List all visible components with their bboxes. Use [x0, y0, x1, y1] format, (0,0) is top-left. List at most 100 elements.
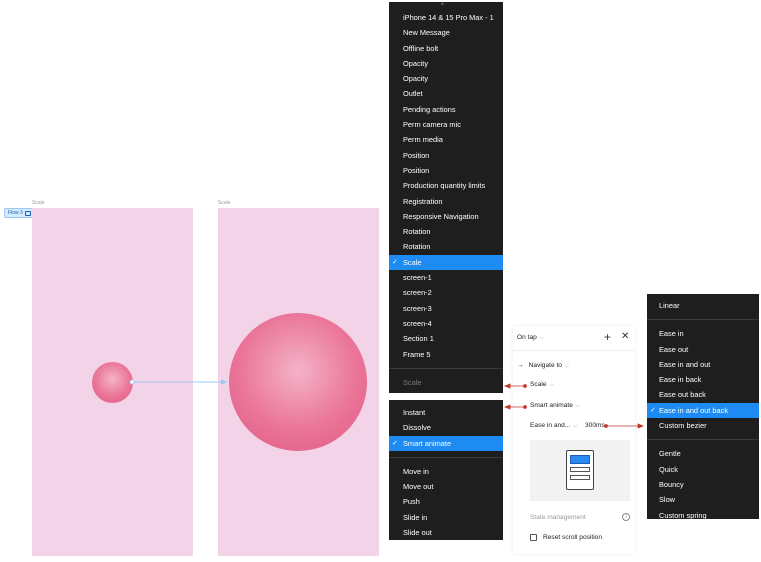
animation-item-push[interactable]: Push — [389, 494, 503, 509]
trigger-select[interactable]: On tap ⌵ — [517, 334, 544, 341]
interaction-panel: On tap ⌵ + ✕ → Navigate to ⌵ Scale ⌵ Sma… — [513, 326, 635, 554]
animation-item-move-in[interactable]: Move in — [389, 464, 503, 479]
easing-item-gentle[interactable]: Gentle — [647, 446, 759, 461]
frame-label-2: Scale — [218, 200, 231, 206]
animation-label: Smart animate — [530, 402, 573, 409]
destination-item-perm-camera-mic[interactable]: Perm camera mic — [389, 117, 503, 132]
phone-preview-icon — [566, 450, 594, 490]
destination-item-screen-3[interactable]: screen-3 — [389, 301, 503, 316]
animation-item-instant[interactable]: Instant — [389, 405, 503, 420]
menu-item-label: Push — [403, 497, 420, 507]
menu-item-label: Responsive Navigation — [403, 211, 479, 221]
close-icon[interactable]: ✕ — [621, 331, 629, 342]
flow-start-badge[interactable]: Flow 3 — [4, 208, 35, 218]
destination-item-position[interactable]: Position — [389, 148, 503, 163]
menu-item-label: Ease in and out — [659, 359, 711, 369]
easing-menu: Linear Ease in Ease out Ease in and out Eas… — [647, 294, 759, 520]
destination-item-outlet[interactable]: Outlet — [389, 86, 503, 101]
easing-item-ease-out-back[interactable]: Ease out back — [647, 387, 759, 402]
easing-select[interactable]: Ease in and... ⌵ — [530, 422, 577, 429]
menu-divider — [389, 456, 503, 458]
checkmark-icon: ✓ — [392, 439, 398, 447]
destination-item-position[interactable]: Position — [389, 163, 503, 178]
menu-item-label: Quick — [659, 464, 678, 474]
info-icon[interactable]: i — [622, 513, 630, 521]
destination-item-screen-4[interactable]: screen-4 — [389, 316, 503, 331]
menu-item-label: Position — [403, 165, 430, 175]
menu-item-label: Pending actions — [403, 104, 456, 114]
menu-item-label: Gentle — [659, 449, 681, 459]
reset-scroll-label: Reset scroll position — [543, 534, 603, 541]
easing-item-custom-bezier[interactable]: Custom bezier — [647, 418, 759, 433]
destination-select[interactable]: Scale ⌵ — [530, 381, 553, 388]
easing-item-ease-in-and-out[interactable]: Ease in and out — [647, 357, 759, 372]
animation-select[interactable]: Smart animate ⌵ — [530, 402, 580, 409]
menu-footer-scale: Scale — [403, 377, 422, 387]
destination-item-scale[interactable]: ✓ Scale — [389, 254, 503, 271]
easing-item-ease-out[interactable]: Ease out — [647, 342, 759, 357]
menu-divider — [647, 319, 759, 321]
menu-item-label: Outlet — [403, 89, 423, 99]
easing-item-ease-in[interactable]: Ease in — [647, 326, 759, 341]
destination-item-pending-actions[interactable]: Pending actions — [389, 102, 503, 117]
destination-item-new-message[interactable]: New Message — [389, 25, 503, 40]
menu-item-label: Perm camera mic — [403, 120, 461, 130]
menu-item-label: Offline bolt — [403, 43, 439, 53]
easing-item-ease-in-and-out-back[interactable]: ✓ Ease in and out back — [647, 402, 759, 419]
state-management-label: State management — [530, 514, 586, 521]
destination-item-registration[interactable]: Registration — [389, 194, 503, 209]
easing-item-linear[interactable]: Linear — [647, 298, 759, 313]
destination-menu: ^ iPhone 14 & 15 Pro Max - 1 New Message O… — [389, 2, 503, 393]
menu-item-label: Custom bezier — [659, 421, 707, 431]
menu-item-label: Registration — [403, 196, 443, 206]
destination-item-responsive-navigation[interactable]: Responsive Navigation — [389, 209, 503, 224]
animation-item-slide-out[interactable]: Slide out — [389, 525, 503, 540]
menu-item-label: Custom spring — [659, 510, 707, 520]
menu-item-label: Scale — [403, 257, 422, 267]
animation-item-smart-animate[interactable]: ✓ Smart animate — [389, 435, 503, 451]
frame-label-1: Scale — [32, 200, 45, 206]
scroll-up-icon[interactable]: ^ — [441, 3, 444, 9]
chevron-down-icon: ⌵ — [575, 402, 580, 409]
easing-item-quick[interactable]: Quick — [647, 462, 759, 477]
arrow-right-icon: → — [517, 362, 524, 369]
destination-item-iphone-14-15-pro-max-1[interactable]: iPhone 14 & 15 Pro Max - 1 — [389, 10, 503, 25]
chevron-down-icon: ⌵ — [539, 334, 544, 341]
menu-item-label: iPhone 14 & 15 Pro Max - 1 — [403, 13, 494, 22]
menu-item-label: screen-1 — [403, 273, 432, 283]
menu-item-label: Slow — [659, 495, 676, 505]
flow-label: Flow 3 — [8, 210, 23, 216]
duration-input[interactable]: 300ms — [585, 422, 605, 429]
small-circle[interactable] — [92, 362, 133, 403]
destination-item-opacity[interactable]: Opacity — [389, 71, 503, 86]
destination-item-section-1[interactable]: Section 1 — [389, 331, 503, 346]
easing-item-ease-in-back[interactable]: Ease in back — [647, 372, 759, 387]
destination-item-rotation[interactable]: Rotation — [389, 224, 503, 239]
easing-item-slow[interactable]: Slow — [647, 492, 759, 507]
action-select[interactable]: → Navigate to ⌵ — [517, 362, 569, 369]
animation-item-move-out[interactable]: Move out — [389, 479, 503, 494]
animation-preview — [530, 440, 630, 501]
checkbox-icon — [530, 534, 537, 541]
easing-item-custom-spring[interactable]: Custom spring — [647, 508, 759, 523]
menu-divider — [647, 439, 759, 441]
large-circle[interactable] — [229, 313, 367, 451]
destination-item-production-quantity-limits[interactable]: Production quantity limits — [389, 178, 503, 193]
destination-item-screen-2[interactable]: screen-2 — [389, 285, 503, 300]
prototype-canvas[interactable]: Flow 3 Scale Scale — [0, 0, 385, 562]
menu-item-label: Opacity — [403, 58, 429, 68]
menu-item-label: screen-3 — [403, 303, 432, 313]
easing-item-bouncy[interactable]: Bouncy — [647, 477, 759, 492]
destination-item-perm-media[interactable]: Perm media — [389, 132, 503, 147]
add-action-button[interactable]: + — [604, 330, 611, 344]
destination-item-frame-5[interactable]: Frame 5 — [389, 347, 503, 362]
menu-item-label: screen-2 — [403, 288, 432, 298]
destination-item-opacity[interactable]: Opacity — [389, 56, 503, 71]
reset-scroll-checkbox[interactable]: Reset scroll position — [530, 534, 602, 541]
menu-item-label: screen-4 — [403, 318, 432, 328]
animation-item-dissolve[interactable]: Dissolve — [389, 420, 503, 435]
destination-item-offline-bolt[interactable]: Offline bolt — [389, 41, 503, 56]
destination-item-screen-1[interactable]: screen-1 — [389, 270, 503, 285]
destination-item-rotation[interactable]: Rotation — [389, 239, 503, 254]
animation-item-slide-in[interactable]: Slide in — [389, 510, 503, 525]
